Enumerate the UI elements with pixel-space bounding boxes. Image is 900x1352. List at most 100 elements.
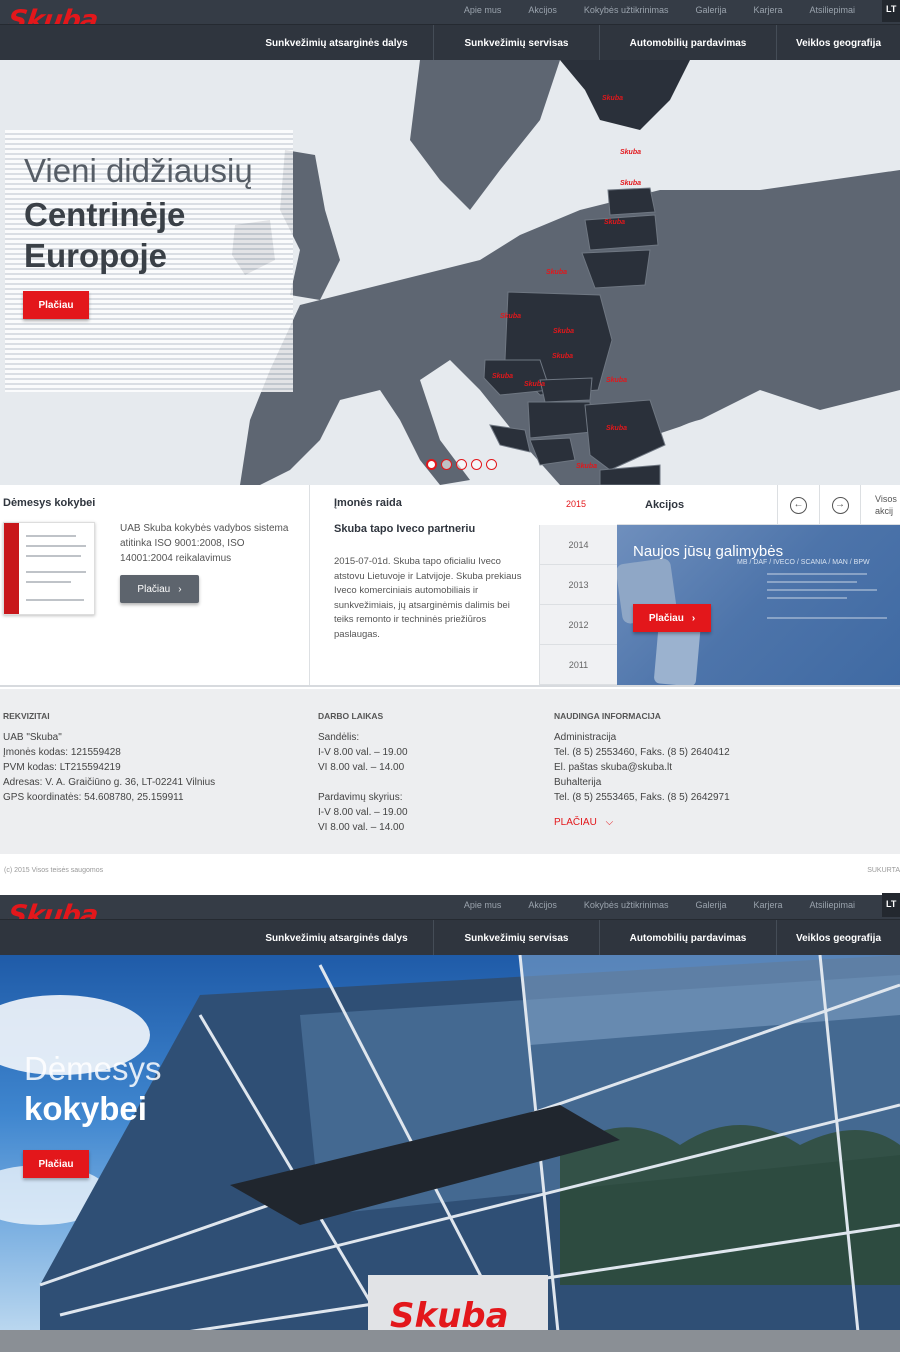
- quality-text: UAB Skuba kokybės vadybos sistema atitin…: [120, 523, 289, 564]
- hero-map-slider: Skuba Skuba Skuba Skuba Skuba Skuba Skub…: [0, 60, 900, 485]
- promo-banner[interactable]: Naujos jūsų galimybės MB / DAF / IVECO /…: [617, 525, 900, 685]
- nav-truck-parts[interactable]: Sunkvežimių atsarginės dalys: [240, 920, 434, 956]
- top-nav: Apie mus Akcijos Kokybės užtikrinimas Ga…: [464, 893, 900, 917]
- hero-building-slider: Skuba Dėmesys kokybei Plačiau: [0, 955, 900, 1352]
- hero-title-bold: Centrinėje Europoje: [24, 194, 185, 276]
- top-nav-quality[interactable]: Kokybės užtikrinimas: [584, 900, 669, 910]
- chevron-right-icon: ›: [691, 612, 696, 624]
- top-nav-reviews[interactable]: Atsiliepimai: [809, 5, 855, 15]
- svg-text:Skuba: Skuba: [620, 180, 641, 187]
- svg-text:Skuba: Skuba: [552, 353, 573, 360]
- footer-requisites: REKVIZITAI UAB "Skuba" Įmonės kodas: 121…: [3, 709, 215, 805]
- history-body: 2015-07-01d. Skuba tapo oficialiu Iveco …: [334, 556, 522, 640]
- slider-dot-1[interactable]: [426, 459, 437, 470]
- svg-text:Skuba: Skuba: [606, 377, 627, 384]
- hero-more-button[interactable]: Plačiau: [23, 291, 89, 319]
- history-year-item[interactable]: 2011: [540, 645, 617, 685]
- svg-text:Skuba: Skuba: [576, 463, 597, 470]
- building-sign-text: Skuba: [390, 1296, 509, 1336]
- nav-truck-parts[interactable]: Sunkvežimių atsarginės dalys: [240, 25, 434, 61]
- promo-title: Akcijos: [645, 499, 685, 511]
- top-nav-offers[interactable]: Akcijos: [528, 5, 557, 15]
- footer-line: Administracija: [554, 732, 617, 743]
- footer-more-label: PLAČIAU: [554, 817, 597, 828]
- hero2-more-button[interactable]: Plačiau: [23, 1150, 89, 1178]
- copyright-text: (c) 2015 Visos teisės saugomos: [4, 867, 104, 874]
- footer-line: Pardavimų skyrius:: [318, 792, 403, 803]
- top-nav-quality[interactable]: Kokybės užtikrinimas: [584, 5, 669, 15]
- nav-geography[interactable]: Veiklos geografija: [777, 25, 900, 61]
- nav-truck-service[interactable]: Sunkvežimių servisas: [434, 25, 600, 61]
- made-by-link[interactable]: SUKURTA: [867, 867, 900, 874]
- nav-truck-service[interactable]: Sunkvežimių servisas: [434, 920, 600, 956]
- language-switch[interactable]: LT: [882, 893, 900, 917]
- top-nav-gallery[interactable]: Galerija: [695, 5, 726, 15]
- info-section: Dėmesys kokybei UAB Skuba kokybės vadybo…: [0, 485, 900, 687]
- history-year-item[interactable]: 2014: [540, 525, 617, 565]
- map-slovakia: [539, 377, 593, 403]
- promo-all-line1: Visos: [875, 494, 897, 504]
- hero-title-line2: Europoje: [24, 237, 168, 274]
- history-year-item[interactable]: 2012: [540, 605, 617, 645]
- top-nav-about[interactable]: Apie mus: [464, 5, 502, 15]
- footer-line: [318, 775, 408, 790]
- svg-text:Skuba: Skuba: [524, 381, 545, 388]
- site-header: Skuba Apie mus Akcijos Kokybės užtikrini…: [0, 893, 900, 956]
- certificate-image[interactable]: [3, 522, 95, 615]
- footer-line: El. paštas skuba@skuba.lt: [554, 762, 672, 773]
- nav-car-sales[interactable]: Automobilių pardavimas: [600, 920, 777, 956]
- footer-line: GPS koordinatės: 54.608780, 25.159911: [3, 792, 184, 803]
- history-headline: Skuba tapo Iveco partneriu: [334, 523, 476, 535]
- promo-more-label: Plačiau: [648, 612, 684, 624]
- promo-block: Akcijos ← → Visos akcij Naujos jūsų gali…: [617, 485, 900, 685]
- quality-more-button[interactable]: Plačiau ›: [120, 575, 199, 603]
- svg-text:Skuba: Skuba: [553, 328, 574, 335]
- top-nav-offers[interactable]: Akcijos: [528, 900, 557, 910]
- top-nav: Apie mus Akcijos Kokybės užtikrinimas Ga…: [464, 0, 900, 22]
- footer-heading: DARBO LAIKAS: [318, 711, 384, 721]
- footer-line: VI 8.00 val. – 14.00: [318, 822, 405, 833]
- language-switch[interactable]: LT: [882, 0, 900, 22]
- nav-geography[interactable]: Veiklos geografija: [777, 920, 900, 956]
- top-nav-gallery[interactable]: Galerija: [695, 900, 726, 910]
- history-title: Įmonės raida: [334, 497, 402, 509]
- history-year-item[interactable]: 2013: [540, 565, 617, 605]
- page-home-map: Skuba Apie mus Akcijos Kokybės užtikrini…: [0, 0, 900, 895]
- history-year-list: 2014 2013 2012 2011: [539, 525, 617, 685]
- footer-line: Tel. (8 5) 2553460, Faks. (8 5) 2640412: [554, 747, 730, 758]
- top-nav-career[interactable]: Karjera: [753, 5, 782, 15]
- top-nav-career[interactable]: Karjera: [753, 900, 782, 910]
- footer-line: Buhalterija: [554, 777, 602, 788]
- slider-dot-5[interactable]: [486, 459, 497, 470]
- quality-more-label: Plačiau: [137, 583, 171, 595]
- hero-title-light: Vieni didžiausių: [24, 152, 253, 189]
- slider-dots: [426, 459, 497, 470]
- main-nav: Sunkvežimių atsarginės dalys Sunkvežimių…: [0, 919, 900, 956]
- hero2-title-light: Dėmesys: [24, 1050, 162, 1087]
- slider-dot-4[interactable]: [471, 459, 482, 470]
- slider-dot-3[interactable]: [456, 459, 467, 470]
- top-nav-reviews[interactable]: Atsiliepimai: [809, 900, 855, 910]
- slider-dot-2[interactable]: [441, 459, 452, 470]
- footer-info: NAUDINGA INFORMACIJA Administracija Tel.…: [554, 709, 730, 830]
- footer-heading: REKVIZITAI: [3, 711, 50, 721]
- promo-brands: MB / DAF / IVECO / SCANIA / MAN / BPW: [737, 559, 870, 566]
- map-hungary: [527, 401, 593, 439]
- promo-all-link[interactable]: Visos akcij: [875, 493, 897, 517]
- footer-more-link[interactable]: PLAČIAU ⌵: [554, 815, 730, 830]
- hero-title-line1: Centrinėje: [24, 196, 186, 233]
- building-photo: Skuba: [0, 955, 900, 1352]
- history-year-active[interactable]: 2015: [566, 499, 586, 509]
- svg-text:Skuba: Skuba: [546, 269, 567, 276]
- top-nav-about[interactable]: Apie mus: [464, 900, 502, 910]
- history-block: Įmonės raida 2015 Skuba tapo Iveco partn…: [310, 485, 617, 685]
- promo-more-button[interactable]: Plačiau ›: [633, 604, 711, 632]
- footer-line: Adresas: V. A. Graičiūno g. 36, LT-02241…: [3, 777, 216, 788]
- site-footer: REKVIZITAI UAB "Skuba" Įmonės kodas: 121…: [0, 689, 900, 854]
- promo-prev-button[interactable]: ←: [777, 485, 819, 525]
- svg-text:Skuba: Skuba: [606, 425, 627, 432]
- promo-next-button[interactable]: →: [819, 485, 861, 525]
- nav-car-sales[interactable]: Automobilių pardavimas: [600, 25, 777, 61]
- quality-title: Dėmesys kokybei: [3, 497, 96, 509]
- svg-text:Skuba: Skuba: [602, 95, 623, 102]
